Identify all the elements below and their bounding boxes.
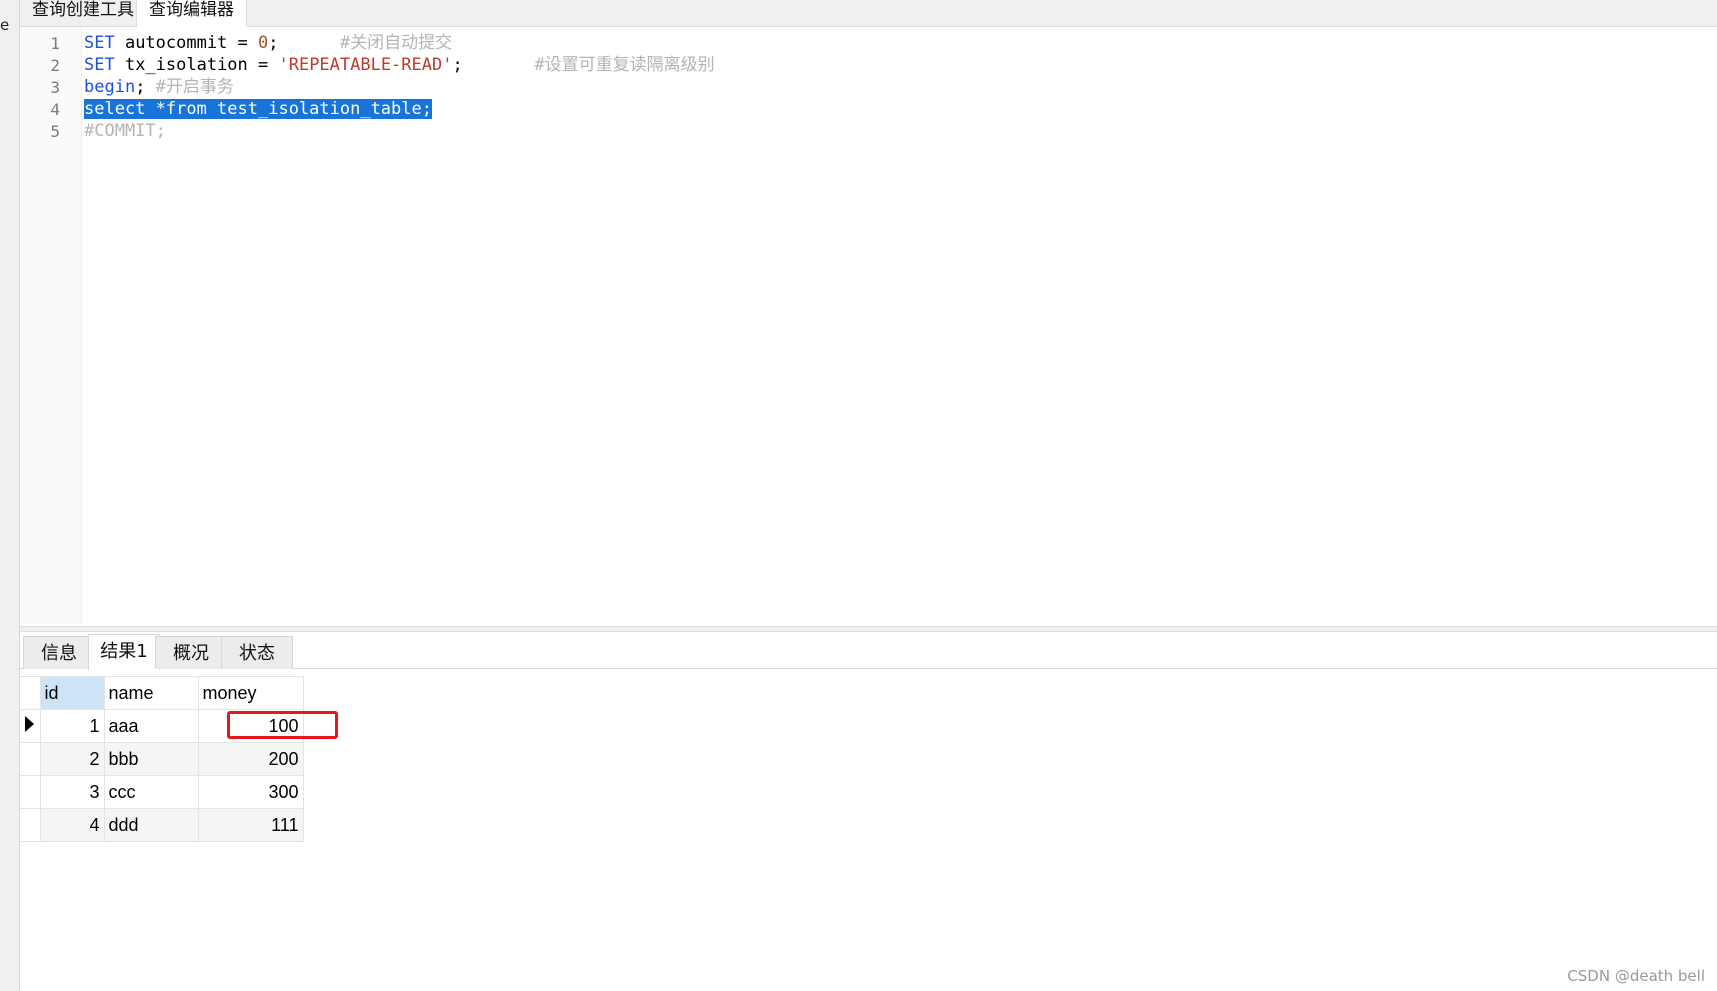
code-line[interactable]: SET autocommit = 0; #关闭自动提交: [84, 32, 452, 54]
result-grid[interactable]: id name money 1 aaa 100 2 bbb 200 3 ccc: [20, 676, 304, 842]
current-row-indicator: [20, 709, 41, 743]
code-token: autocommit =: [114, 33, 259, 53]
column-header-money[interactable]: money: [197, 676, 304, 710]
sql-editor[interactable]: 12345 SET autocommit = 0; #关闭自动提交 SET tx_…: [20, 27, 1717, 624]
code-token: #COMMIT;: [84, 121, 166, 141]
code-token: ;: [452, 55, 535, 75]
column-header-name[interactable]: name: [103, 676, 199, 710]
line-number: 5: [50, 122, 60, 141]
code-token: ;: [135, 77, 156, 97]
cell-id[interactable]: 3: [39, 775, 105, 809]
row-indicator: [20, 742, 41, 776]
code-line[interactable]: select *from test_isolation_table;: [84, 98, 432, 120]
code-line[interactable]: begin; #开启事务: [84, 76, 234, 98]
table-row[interactable]: 2 bbb 200: [20, 742, 304, 776]
code-token: tx_isolation =: [114, 55, 279, 75]
cell-name[interactable]: bbb: [103, 742, 199, 776]
code-token: begin: [84, 77, 136, 97]
tab-status-label: 状态: [239, 643, 275, 664]
cell-id[interactable]: 2: [39, 742, 105, 776]
selected-code: select *from test_isolation_table;: [84, 99, 432, 119]
tab-query-builder-label: 查询创建工具: [32, 0, 134, 20]
code-token: SET: [84, 33, 115, 53]
query-tab-strip: 查询创建工具 查询编辑器: [20, 0, 1717, 28]
cell-name[interactable]: ccc: [103, 775, 199, 809]
cell-id[interactable]: 1: [39, 709, 105, 743]
tab-overview-label: 概况: [173, 643, 209, 664]
line-number: 1: [50, 34, 60, 53]
cell-money[interactable]: 111: [197, 808, 304, 842]
grid-header-row: id name money: [20, 676, 304, 710]
grid-corner: [20, 676, 41, 710]
code-line[interactable]: SET tx_isolation = 'REPEATABLE-READ'; #设…: [84, 54, 715, 76]
row-indicator: [20, 775, 41, 809]
tab-result-1-label: 结果1: [100, 641, 148, 662]
code-token: SET: [84, 55, 115, 75]
watermark: CSDN @death bell: [1567, 967, 1705, 985]
tab-result-1[interactable]: 结果1: [88, 634, 160, 670]
tab-info[interactable]: 信息: [23, 636, 95, 669]
line-number-gutter: 1 2 3 4 5: [20, 27, 82, 624]
row-pointer-icon: [25, 715, 34, 732]
tab-query-editor[interactable]: 查询编辑器: [136, 0, 247, 28]
code-token: 0: [258, 33, 269, 53]
tab-overview[interactable]: 概况: [155, 636, 227, 669]
code-token: #关闭自动提交: [339, 33, 453, 53]
row-indicator: [20, 808, 41, 842]
tab-status[interactable]: 状态: [221, 636, 293, 669]
cell-id[interactable]: 4: [39, 808, 105, 842]
code-line[interactable]: #COMMIT;: [84, 120, 166, 142]
table-row[interactable]: 3 ccc 300: [20, 775, 304, 809]
annotation-highlight-box: [227, 711, 338, 739]
result-tab-strip: 信息 结果1 概况 状态: [20, 632, 1717, 670]
line-number: 3: [50, 78, 60, 97]
code-token: ;: [268, 33, 340, 53]
code-token: #开启事务: [155, 77, 234, 97]
line-number: 4: [50, 100, 60, 119]
column-header-id[interactable]: id: [39, 676, 105, 710]
tab-query-editor-label: 查询编辑器: [149, 0, 234, 20]
left-panel-edge: e: [0, 0, 20, 991]
cell-name[interactable]: ddd: [103, 808, 199, 842]
line-number: 2: [50, 56, 60, 75]
code-token: #设置可重复读隔离级别: [534, 55, 715, 75]
table-row[interactable]: 4 ddd 111: [20, 808, 304, 842]
cell-money[interactable]: 200: [197, 742, 304, 776]
left-panel-glyph: e: [0, 16, 10, 34]
tab-query-builder[interactable]: 查询创建工具: [20, 0, 146, 27]
cell-name[interactable]: aaa: [103, 709, 199, 743]
code-token: 'REPEATABLE-READ': [278, 55, 453, 75]
cell-money[interactable]: 300: [197, 775, 304, 809]
tab-info-label: 信息: [41, 643, 77, 664]
